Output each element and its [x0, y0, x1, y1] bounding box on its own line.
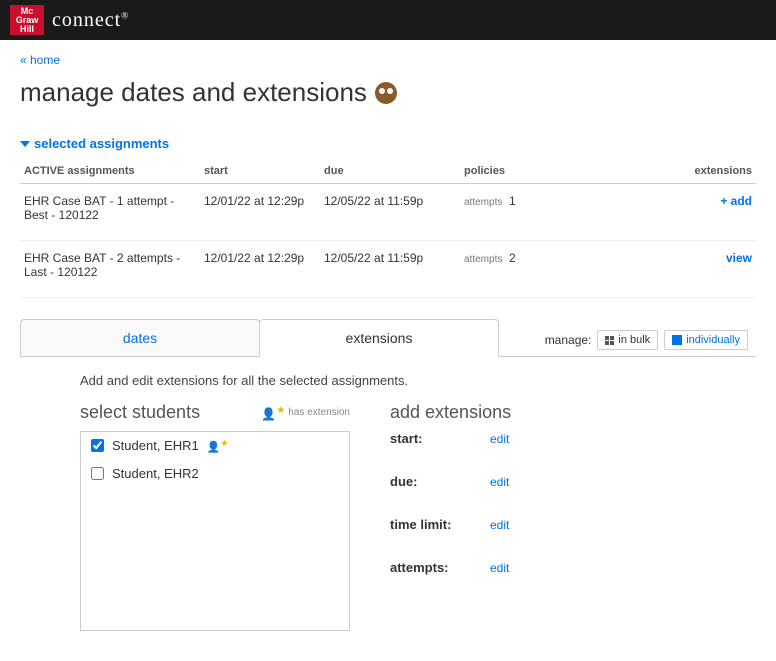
- student-list: Student, EHR1 👤★ Student, EHR2: [80, 431, 350, 631]
- assignment-policies: attempts 1: [460, 184, 620, 241]
- individually-button[interactable]: individually: [664, 330, 748, 350]
- add-extension-link[interactable]: + add: [720, 194, 752, 208]
- assignment-name: EHR Case BAT - 2 attempts - Last - 12012…: [20, 241, 200, 298]
- tab-bar: dates extensions manage: in bulk individ…: [20, 318, 756, 357]
- edit-due-link[interactable]: edit: [490, 475, 509, 489]
- tab-extensions[interactable]: extensions: [259, 319, 499, 357]
- list-item[interactable]: Student, EHR1 👤★: [81, 432, 349, 460]
- assignment-name: EHR Case BAT - 1 attempt - Best - 120122: [20, 184, 200, 241]
- assignments-table: ACTIVE assignments start due policies ex…: [20, 159, 756, 298]
- student-name: Student, EHR1: [112, 438, 199, 453]
- student-name: Student, EHR2: [112, 466, 199, 481]
- attempts-label: attempts:: [390, 560, 460, 575]
- assignment-due: 12/05/22 at 11:59p: [320, 241, 460, 298]
- page-title: manage dates and extensions: [20, 77, 756, 108]
- col-active: ACTIVE assignments: [20, 159, 200, 184]
- table-row: EHR Case BAT - 1 attempt - Best - 120122…: [20, 184, 756, 241]
- tab-dates[interactable]: dates: [20, 319, 260, 356]
- manage-label: manage:: [545, 333, 592, 347]
- person-star-icon: 👤★: [207, 438, 229, 454]
- logo-text-3: Hill: [20, 25, 34, 34]
- due-label: due:: [390, 474, 460, 489]
- list-item[interactable]: Student, EHR2: [81, 460, 349, 487]
- in-bulk-button[interactable]: in bulk: [597, 330, 658, 350]
- edit-attempts-link[interactable]: edit: [490, 561, 509, 575]
- intro-text: Add and edit extensions for all the sele…: [80, 373, 756, 388]
- edit-start-link[interactable]: edit: [490, 432, 509, 446]
- has-extension-legend: 👤★ has extension: [261, 405, 350, 421]
- extension-due-row: due: edit: [390, 474, 696, 489]
- student-checkbox[interactable]: [91, 467, 104, 480]
- square-icon: [672, 335, 682, 345]
- brand-block: Mc Graw Hill connect®: [10, 5, 129, 35]
- table-row: EHR Case BAT - 2 attempts - Last - 12012…: [20, 241, 756, 298]
- extension-timelimit-row: time limit: edit: [390, 517, 696, 532]
- edit-timelimit-link[interactable]: edit: [490, 518, 509, 532]
- manage-area: manage: in bulk individually: [537, 324, 756, 356]
- connect-logo: connect®: [52, 9, 129, 32]
- add-extensions-title: add extensions: [390, 402, 696, 423]
- assignment-start: 12/01/22 at 12:29p: [200, 241, 320, 298]
- student-checkbox[interactable]: [91, 439, 104, 452]
- extension-attempts-row: attempts: edit: [390, 560, 696, 575]
- selected-assignments-toggle[interactable]: selected assignments: [20, 136, 756, 151]
- mcgraw-hill-logo: Mc Graw Hill: [10, 5, 44, 35]
- top-bar: Mc Graw Hill connect®: [0, 0, 776, 40]
- owl-icon: [375, 82, 397, 104]
- assignment-policies: attempts 2: [460, 241, 620, 298]
- col-extensions: extensions: [620, 159, 756, 184]
- grid-icon: [605, 336, 614, 345]
- home-link[interactable]: « home: [20, 53, 60, 67]
- start-label: start:: [390, 431, 460, 446]
- col-due: due: [320, 159, 460, 184]
- timelimit-label: time limit:: [390, 517, 460, 532]
- caret-down-icon: [20, 141, 30, 147]
- assignment-due: 12/05/22 at 11:59p: [320, 184, 460, 241]
- assignment-start: 12/01/22 at 12:29p: [200, 184, 320, 241]
- select-students-title: select students 👤★ has extension: [80, 402, 350, 423]
- person-star-icon: 👤★: [261, 405, 285, 421]
- view-extension-link[interactable]: view: [726, 251, 752, 265]
- col-start: start: [200, 159, 320, 184]
- col-policies: policies: [460, 159, 620, 184]
- extension-start-row: start: edit: [390, 431, 696, 446]
